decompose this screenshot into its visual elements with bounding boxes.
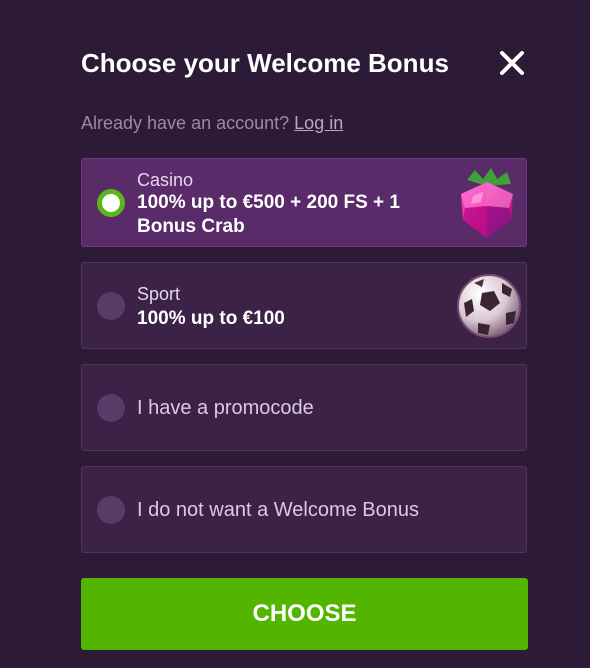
option-desc-casino: 100% up to €500 + 200 FS + 1 Bonus Crab [137,192,400,237]
bonus-option-sport[interactable]: Sport 100% up to €100 [81,262,527,349]
close-icon[interactable] [494,45,530,81]
login-link[interactable]: Log in [294,113,343,133]
login-prompt: Already have an account? Log in [81,111,343,135]
choose-button[interactable]: CHOOSE [81,578,528,650]
soccer-ball-icon [456,273,522,339]
option-label-casino: Casino [137,170,194,190]
modal-title: Choose your Welcome Bonus [81,48,449,78]
option-label-promocode: I have a promocode [137,397,314,419]
option-label-sport: Sport [137,284,181,304]
login-prompt-text: Already have an account? [81,113,290,133]
radio-promocode[interactable] [97,394,125,422]
bonus-option-promocode[interactable]: I have a promocode [81,364,527,451]
bonus-option-no-bonus[interactable]: I do not want a Welcome Bonus [81,466,527,553]
bonus-option-casino[interactable]: Casino 100% up to €500 + 200 FS + 1 Bonu… [81,158,527,247]
welcome-bonus-modal: Choose your Welcome Bonus Already have a… [0,0,590,668]
raspberry-icon [453,166,521,242]
radio-casino[interactable] [97,189,125,217]
option-desc-sport: 100% up to €100 [137,308,285,329]
option-label-no-bonus: I do not want a Welcome Bonus [137,499,420,521]
radio-sport[interactable] [97,292,125,320]
radio-no-bonus[interactable] [97,496,125,524]
